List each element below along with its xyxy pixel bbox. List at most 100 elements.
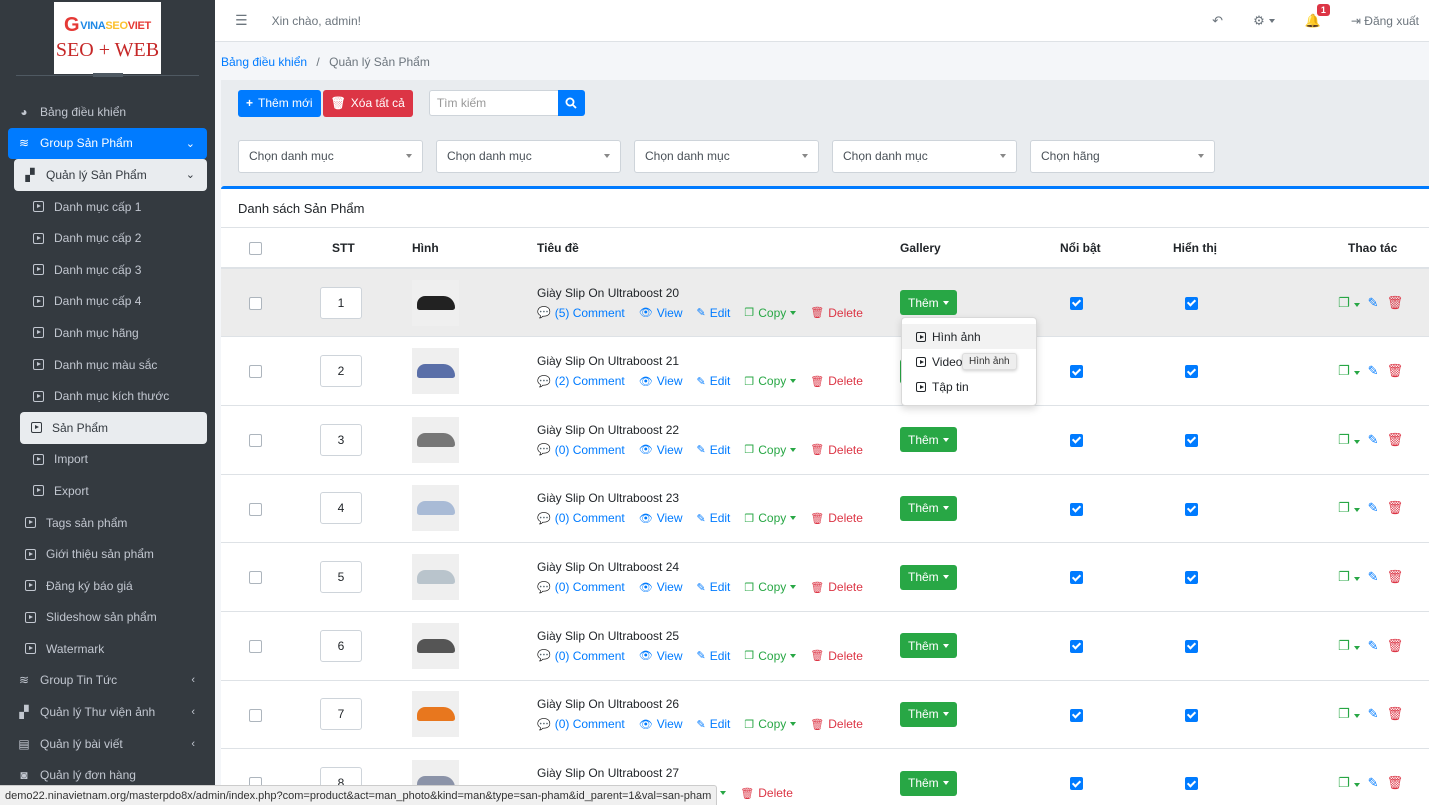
sidebar-item-group-products[interactable]: ≋ Group Sản Phẩm ⌄ (8, 127, 207, 160)
category-select-1[interactable]: Chọn danh mục (238, 139, 423, 173)
delete-tool-button[interactable]: 🗑 (1387, 295, 1404, 311)
sidebar-item-category-3[interactable]: Danh mục cấp 3 (22, 254, 207, 286)
edit-tool-button[interactable]: ✎ (1368, 432, 1379, 448)
delete-link[interactable]: 🗑 Delete (810, 306, 863, 320)
edit-link[interactable]: ✎Edit (696, 580, 730, 594)
delete-tool-button[interactable]: 🗑 (1387, 569, 1404, 585)
edit-link[interactable]: ✎Edit (696, 649, 730, 663)
product-title[interactable]: Giày Slip On Ultraboost 25 (537, 629, 900, 643)
featured-checkbox[interactable] (1070, 296, 1083, 310)
sidebar-item-gallery[interactable]: ▞ Quản lý Thư viện ảnh ‹ (8, 696, 207, 728)
sidebar-item-dashboard[interactable]: ◕ Bảng điều khiển (8, 96, 207, 128)
comment-link[interactable]: 💬 (0) Comment (537, 580, 625, 594)
delete-all-button[interactable]: 🗑 Xóa tất cả (322, 89, 413, 117)
gallery-add-button[interactable]: Thêm (900, 633, 957, 659)
featured-checkbox[interactable] (1070, 777, 1083, 791)
delete-tool-button[interactable]: 🗑 (1387, 432, 1404, 448)
comment-link[interactable]: 💬 (0) Comment (537, 649, 625, 663)
gears-icon[interactable]: ⚙ (1253, 13, 1275, 29)
stt-input[interactable]: 3 (320, 423, 362, 456)
product-thumbnail[interactable] (412, 554, 459, 601)
edit-link[interactable]: ✎Edit (696, 443, 730, 457)
visible-checkbox[interactable] (1185, 639, 1198, 653)
edit-tool-button[interactable]: ✎ (1368, 500, 1379, 516)
view-link[interactable]: 👁View (639, 374, 683, 388)
category-select-3[interactable]: Chọn danh mục (634, 139, 819, 173)
stt-input[interactable]: 7 (320, 698, 362, 731)
gallery-add-button[interactable]: Thêm (900, 564, 957, 590)
sidebar-item-group-news[interactable]: ≋ Group Tin Tức ‹ (8, 665, 207, 697)
sidebar-item-tags[interactable]: Tags sản phẩm (14, 507, 207, 539)
comment-link[interactable]: 💬 (2) Comment (537, 374, 625, 388)
sidebar-item-quote[interactable]: Đăng ký báo giá (14, 570, 207, 602)
product-thumbnail[interactable] (412, 622, 459, 669)
product-title[interactable]: Giày Slip On Ultraboost 21 (537, 354, 900, 368)
view-link[interactable]: 👁View (639, 443, 683, 457)
copy-dropdown[interactable]: ❐Copy (744, 374, 797, 388)
stt-input[interactable]: 4 (320, 492, 362, 525)
breadcrumb-home-link[interactable]: Bảng điều khiển (221, 55, 307, 69)
view-link[interactable]: 👁View (639, 511, 683, 525)
sidebar-item-category-2[interactable]: Danh mục cấp 2 (22, 222, 207, 254)
search-input[interactable]: Tìm kiếm (428, 90, 558, 116)
copy-dropdown[interactable]: ❐Copy (744, 717, 797, 731)
gallery-add-button[interactable]: Thêm (900, 290, 957, 316)
row-checkbox[interactable] (249, 639, 262, 653)
brand-select[interactable]: Chọn hãng (1030, 139, 1215, 173)
sidebar-item-watermark[interactable]: Watermark (14, 633, 207, 665)
product-title[interactable]: Giày Slip On Ultraboost 23 (537, 491, 900, 505)
copy-tool-button[interactable]: ❐ (1338, 638, 1360, 654)
comment-link[interactable]: 💬 (5) Comment (537, 306, 625, 320)
featured-checkbox[interactable] (1070, 571, 1083, 585)
delete-link[interactable]: 🗑 Delete (810, 717, 863, 731)
featured-checkbox[interactable] (1070, 433, 1083, 447)
sidebar-item-import[interactable]: Import (22, 444, 207, 476)
sidebar-item-size[interactable]: Danh mục kích thước (22, 380, 207, 412)
dropdown-item-image[interactable]: Hình ảnh (902, 324, 1036, 349)
copy-tool-button[interactable]: ❐ (1338, 775, 1360, 791)
view-link[interactable]: 👁View (639, 649, 683, 663)
delete-link[interactable]: 🗑 Delete (810, 649, 863, 663)
edit-tool-button[interactable]: ✎ (1368, 638, 1379, 654)
view-link[interactable]: 👁View (639, 717, 683, 731)
edit-tool-button[interactable]: ✎ (1368, 775, 1379, 791)
category-select-4[interactable]: Chọn danh mục (832, 139, 1017, 173)
sidebar-item-products[interactable]: Sản Phẩm (20, 411, 207, 444)
view-link[interactable]: 👁View (639, 580, 683, 594)
product-title[interactable]: Giày Slip On Ultraboost 27 (537, 766, 900, 780)
delete-tool-button[interactable]: 🗑 (1387, 363, 1404, 379)
product-title[interactable]: Giày Slip On Ultraboost 26 (537, 697, 900, 711)
copy-dropdown[interactable]: ❐Copy (744, 580, 797, 594)
featured-checkbox[interactable] (1070, 502, 1083, 516)
stt-input[interactable]: 5 (320, 561, 362, 594)
visible-checkbox[interactable] (1185, 571, 1198, 585)
comment-link[interactable]: 💬 (0) Comment (537, 443, 625, 457)
edit-tool-button[interactable]: ✎ (1368, 363, 1379, 379)
edit-link[interactable]: ✎Edit (696, 717, 730, 731)
comment-link[interactable]: 💬 (0) Comment (537, 511, 625, 525)
visible-checkbox[interactable] (1185, 777, 1198, 791)
copy-tool-button[interactable]: ❐ (1338, 295, 1360, 311)
bell-icon[interactable]: 🔔 1 (1305, 3, 1330, 29)
reply-icon[interactable]: ↶ (1212, 13, 1223, 29)
category-select-2[interactable]: Chọn danh mục (436, 139, 621, 173)
edit-link[interactable]: ✎Edit (696, 306, 730, 320)
copy-tool-button[interactable]: ❐ (1338, 363, 1360, 379)
sidebar-item-export[interactable]: Export (22, 475, 207, 507)
delete-link[interactable]: 🗑 Delete (810, 580, 863, 594)
sidebar-item-category-1[interactable]: Danh mục cấp 1 (22, 191, 207, 223)
edit-tool-button[interactable]: ✎ (1368, 295, 1379, 311)
sidebar-item-manage-products[interactable]: ▞ Quản lý Sản Phẩm ⌄ (14, 159, 207, 191)
sidebar-item-color[interactable]: Danh mục màu sắc (22, 349, 207, 381)
product-thumbnail[interactable] (412, 348, 459, 395)
comment-link[interactable]: 💬 (0) Comment (537, 717, 625, 731)
product-title[interactable]: Giày Slip On Ultraboost 22 (537, 423, 900, 437)
product-thumbnail[interactable] (412, 279, 459, 326)
edit-link[interactable]: ✎Edit (696, 511, 730, 525)
product-thumbnail[interactable] (412, 416, 459, 463)
gallery-add-button[interactable]: Thêm (900, 770, 957, 796)
product-thumbnail[interactable] (412, 691, 459, 738)
visible-checkbox[interactable] (1185, 502, 1198, 516)
delete-link[interactable]: 🗑 Delete (810, 511, 863, 525)
product-title[interactable]: Giày Slip On Ultraboost 24 (537, 560, 900, 574)
